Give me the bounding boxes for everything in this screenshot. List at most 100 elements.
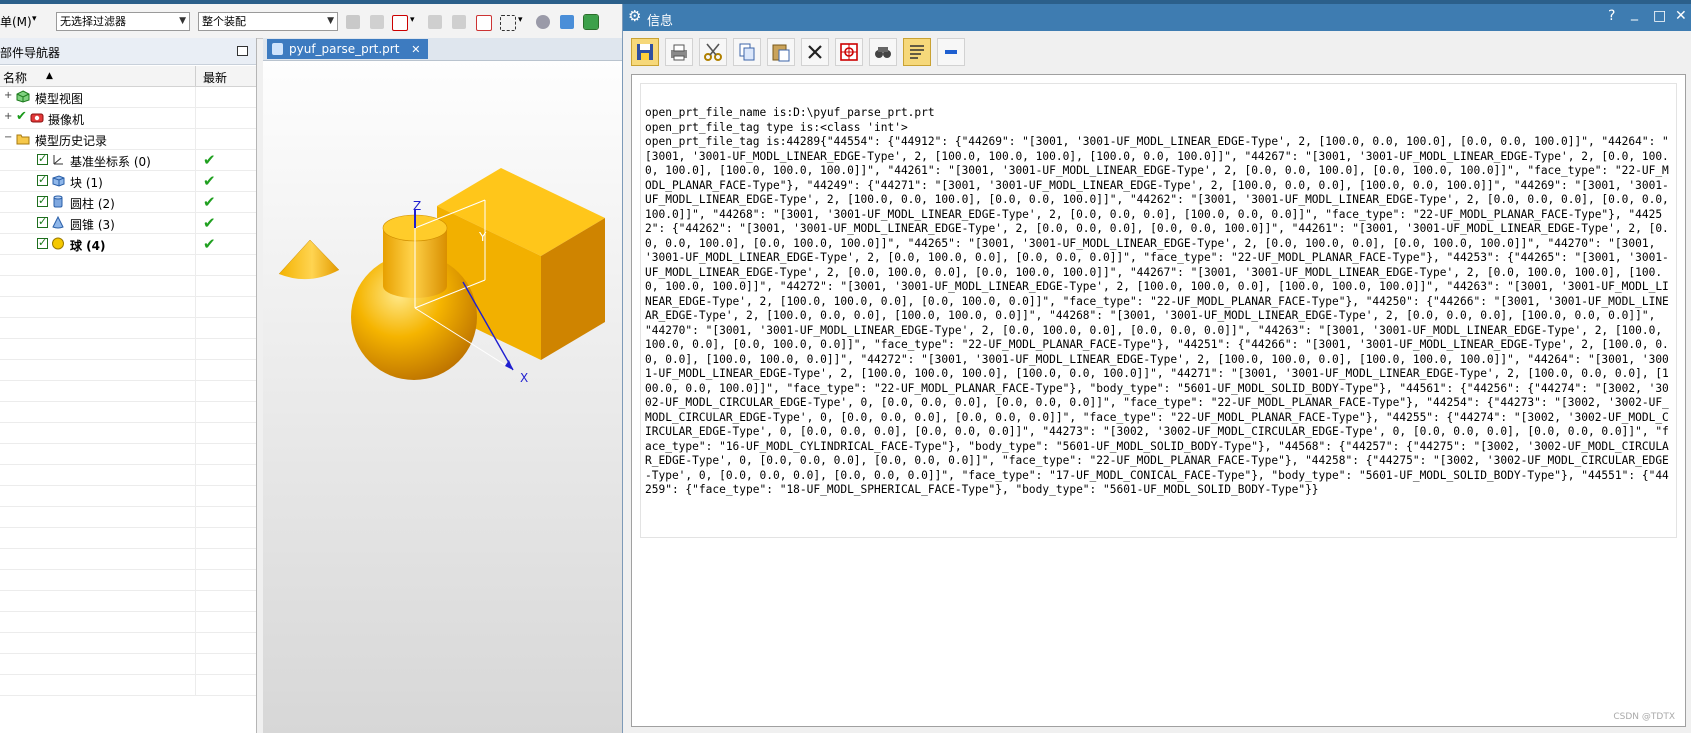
camera-icon [30,113,44,123]
column-divider [195,129,196,149]
gear-icon: ⚙ [628,7,642,25]
empty-row [0,633,256,654]
check-icon: ✔ [16,109,27,124]
column-divider[interactable] [195,66,196,86]
print-icon [671,44,687,61]
column-divider [195,549,196,569]
column-divider [195,507,196,527]
tree-node-label: 球 (4) [70,239,106,253]
mid-point-icon[interactable] [452,15,466,29]
column-divider [195,213,196,233]
latest-check-icon: ✔ [203,172,216,190]
visibility-checkbox[interactable] [37,152,48,165]
cylinder-icon [53,195,63,208]
column-divider [195,570,196,590]
navigator-column-header: 名称 ▲ 最新 [0,66,256,87]
menu-dropdown[interactable]: 单(M) [0,13,32,30]
delete-button[interactable] [801,38,829,66]
info-output-text[interactable]: open_prt_file_name is:D:\pyuf_parse_prt.… [645,106,1673,498]
part-file-icon [272,43,283,55]
tree-node-camera[interactable]: + ✔ 摄像机 [0,108,256,129]
filter-icon[interactable] [370,15,384,29]
tree-node-model-history[interactable]: − 模型历史记录 [0,129,256,150]
close-button[interactable]: ✕ [1675,8,1687,24]
paste-button[interactable] [767,38,795,66]
latest-check-icon: ✔ [203,235,216,253]
maximize-button[interactable]: □ [1653,8,1666,24]
close-tab-icon[interactable]: ✕ [411,43,420,56]
column-divider [195,150,196,170]
component-icon[interactable] [536,15,550,29]
tree-node-sphere[interactable]: 球 (4) ✔ [0,234,256,255]
chevron-down-icon[interactable]: ▾ [32,14,37,24]
visibility-checkbox[interactable] [37,194,48,207]
empty-row [0,549,256,570]
chevron-down-icon: ▼ [179,16,186,26]
paste-icon [772,44,790,62]
info-output-area[interactable]: open_prt_file_name is:D:\pyuf_parse_prt.… [631,74,1686,727]
visibility-checkbox[interactable] [37,236,48,249]
tree-node-label: 模型视图 [35,92,84,106]
print-button[interactable] [665,38,693,66]
chevron-down-icon[interactable]: ▾ [410,15,415,25]
tree-node-cone[interactable]: 圆锥 (3) ✔ [0,213,256,234]
model-views-icon [16,90,30,103]
column-divider [195,402,196,422]
empty-row [0,297,256,318]
cut-button[interactable] [699,38,727,66]
visibility-checkbox[interactable] [37,173,48,186]
end-point-icon[interactable] [428,15,442,29]
delete-icon [808,45,822,59]
empty-row [0,339,256,360]
tab-pyuf-parse-prt[interactable]: pyuf_parse_prt.prt ✕ [267,39,429,59]
copy-button[interactable] [733,38,761,66]
help-button[interactable]: ? [1608,8,1615,24]
minimize-button[interactable]: _ [1631,5,1638,21]
snap-icon[interactable] [346,15,360,29]
wrap-text-button[interactable] [903,38,931,66]
chevron-down-icon[interactable]: ▾ [518,15,523,25]
column-divider [195,360,196,380]
sort-ascending-icon[interactable]: ▲ [46,71,53,81]
save-button[interactable] [631,38,659,66]
information-window: ⚙ 信息 ? _ □ ✕ open_prt_file_name is:D:\py… [622,4,1691,733]
navigator-header: 部件导航器 [0,38,256,65]
tree-node-cylinder[interactable]: 圆柱 (2) ✔ [0,192,256,213]
point-snap-icon[interactable] [392,15,408,31]
column-divider [195,423,196,443]
expand-plus-icon[interactable]: + [4,112,13,122]
empty-row [0,486,256,507]
copy-icon [739,43,755,61]
latest-check-icon: ✔ [203,151,216,169]
select-all-icon[interactable] [583,14,599,30]
rectangle-select-icon[interactable] [500,15,516,31]
tree-node-block[interactable]: 块 (1) ✔ [0,171,256,192]
column-divider [195,486,196,506]
info-title-bar[interactable]: ⚙ 信息 ? _ □ ✕ [623,4,1691,31]
expand-plus-icon[interactable]: + [4,91,13,101]
column-name-header[interactable]: 名称 [3,69,27,86]
cone-solid[interactable] [278,239,340,280]
column-divider [195,276,196,296]
body-icon[interactable] [560,15,574,29]
empty-row [0,654,256,675]
collapse-minus-icon[interactable]: − [4,133,13,143]
model-viewport[interactable]: Z Y X [263,60,622,733]
tree-node-model-views[interactable]: + 模型视图 [0,87,256,108]
empty-row [0,423,256,444]
collapse-button[interactable] [937,38,965,66]
pin-icon[interactable] [237,46,248,56]
search-button[interactable] [869,38,897,66]
tree-node-datum-csys[interactable]: 基准坐标系 (0) ✔ [0,150,256,171]
find-button[interactable] [835,38,863,66]
type-filter-value: 无选择过滤器 [60,15,126,28]
cut-icon [704,43,722,61]
empty-row [0,360,256,381]
assembly-filter-select[interactable]: 整个装配 ▼ [198,12,338,31]
navigator-tree: + 模型视图 + ✔ 摄像机 − 模型历史记录 基准坐标系 (0) ✔ [0,87,256,696]
center-point-icon[interactable] [476,15,492,31]
assembly-filter-value: 整个装配 [202,15,246,28]
visibility-checkbox[interactable] [37,215,48,228]
type-filter-select[interactable]: 无选择过滤器 ▼ [56,12,190,31]
column-latest-header[interactable]: 最新 [203,69,227,86]
